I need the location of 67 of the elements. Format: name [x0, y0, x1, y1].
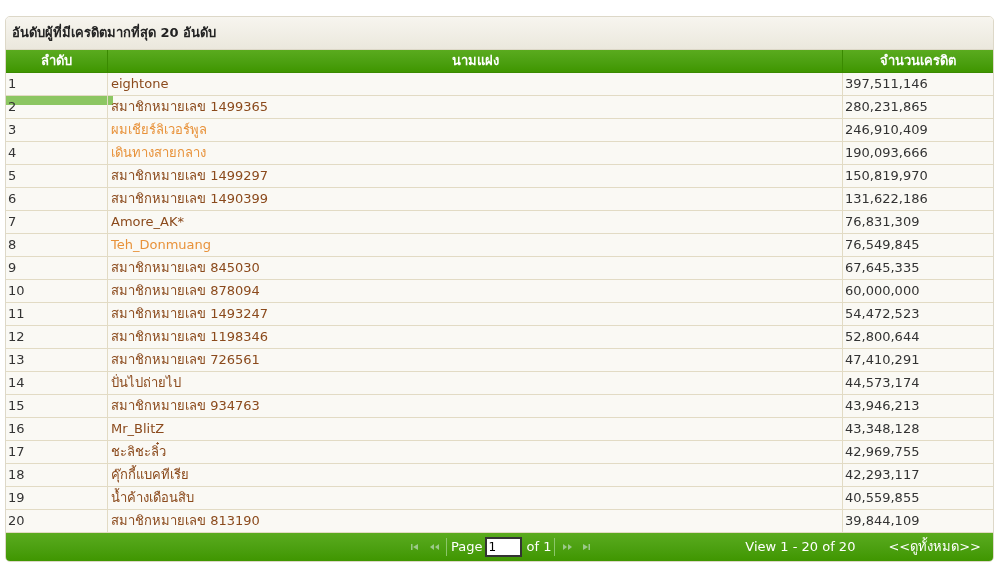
credits-cell-text: 43,348,128	[844, 420, 921, 439]
rank-cell: 3	[6, 119, 108, 141]
name-cell: สมาชิกหมายเลข 1493247	[108, 303, 843, 325]
credits-cell-text: 54,472,523	[844, 305, 921, 324]
rank-cell: 11	[6, 303, 108, 325]
credits-cell-text: 76,831,309	[844, 213, 921, 232]
name-cell: สมาชิกหมายเลข 1499297	[108, 165, 843, 187]
column-header[interactable]: นามแฝง	[108, 50, 843, 72]
view-all-link[interactable]: <<ดูทั้งหมด>>	[888, 537, 981, 557]
view-range-text: View 1 - 20 of 20	[745, 538, 856, 557]
credits-cell-text: 280,231,865	[844, 98, 929, 117]
name-cell: สมาชิกหมายเลข 878094	[108, 280, 843, 302]
credits-cell-text: 43,946,213	[844, 397, 921, 416]
name-cell: น้ำค้างเดือนสิบ	[108, 487, 843, 509]
rank-cell: 6	[6, 188, 108, 210]
name-cell: eightone	[108, 73, 843, 95]
rank-cell: 12	[6, 326, 108, 348]
rank-cell: 7	[6, 211, 108, 233]
name-cell: สมาชิกหมายเลข 934763	[108, 395, 843, 417]
credits-cell-text: 76,549,845	[844, 236, 921, 255]
credits-cell-text: 47,410,291	[844, 351, 921, 370]
rank-cell: 1	[6, 73, 108, 95]
credits-cell-text: 246,910,409	[844, 121, 929, 140]
rank-cell: 8	[6, 234, 108, 256]
rank-cell: 9	[6, 257, 108, 279]
name-cell: เดินทางสายกลาง	[108, 142, 843, 164]
name-cell: Amore_AK*	[108, 211, 843, 233]
rank-cell: 10	[6, 280, 108, 302]
page-input[interactable]: 1	[485, 537, 523, 557]
credits-cell-text: 190,093,666	[844, 144, 929, 163]
name-cell: สมาชิกหมายเลข 1490399	[108, 188, 843, 210]
credits-cell-text: 52,800,644	[844, 328, 921, 347]
name-cell: คุ๊กกี้แบคทีเรีย	[108, 464, 843, 486]
name-cell: ผมเชียร์ลิเวอร์พูล	[108, 119, 843, 141]
panel-title: อันดับผู้ที่มีเครดิตมากที่สุด 20 อันดับ	[12, 23, 217, 43]
name-cell: สมาชิกหมายเลข 726561	[108, 349, 843, 371]
credits-cell-text: 150,819,970	[844, 167, 929, 186]
rank-cell: 17	[6, 441, 108, 463]
column-header[interactable]: ลำดับ	[6, 50, 108, 72]
rank-cell: 5	[6, 165, 108, 187]
name-cell: ชะลิชะลิ๋ว	[108, 441, 843, 463]
name-cell: สมาชิกหมายเลข 813190	[108, 510, 843, 532]
name-cell: Teh_Donmuang	[108, 234, 843, 256]
name-cell: สมาชิกหมายเลข 845030	[108, 257, 843, 279]
credits-cell-text: 42,969,755	[844, 443, 921, 462]
name-cell: Mr_BlitZ	[108, 418, 843, 440]
rank-cell: 13	[6, 349, 108, 371]
credits-cell-text: 40,559,855	[844, 489, 921, 508]
rank-cell: 15	[6, 395, 108, 417]
rank-cell: 16	[6, 418, 108, 440]
credits-cell-text: 60,000,000	[844, 282, 921, 301]
name-cell: สมาชิกหมายเลข 1198346	[108, 326, 843, 348]
page-count: of 1	[526, 538, 552, 557]
credits-cell-text: 67,645,335	[844, 259, 921, 278]
rank-cell: 19	[6, 487, 108, 509]
page-label: Page	[451, 538, 483, 557]
credits-cell-text: 397,511,146	[844, 75, 929, 94]
column-header[interactable]: จำนวนเครดิต	[843, 50, 993, 72]
credits-cell-text: 42,293,117	[844, 466, 921, 485]
rank-cell: 4	[6, 142, 108, 164]
rank-cell: 14	[6, 372, 108, 394]
name-cell: ปั่นไปถ่ายไป	[108, 372, 843, 394]
credits-cell-text: 44,573,174	[844, 374, 921, 393]
credits-cell-text: 39,844,109	[844, 512, 921, 531]
credits-cell-text: 131,622,186	[844, 190, 929, 209]
rank-cell: 20	[6, 510, 108, 532]
rank-cell: 18	[6, 464, 108, 486]
